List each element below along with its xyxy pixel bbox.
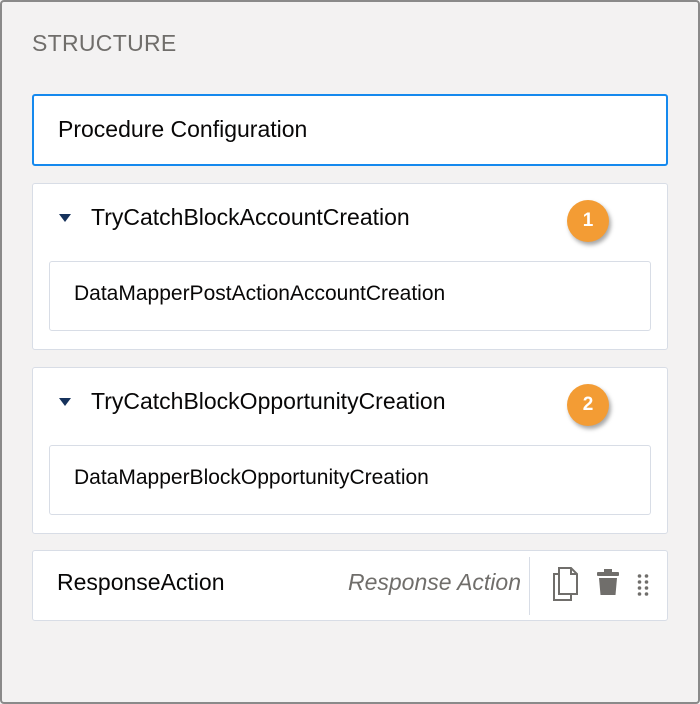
procedure-configuration-label: Procedure Configuration <box>58 116 308 142</box>
step-badge: 2 <box>567 384 609 426</box>
data-mapper-post-action-account-creation[interactable]: DataMapperPostActionAccountCreation <box>49 261 651 331</box>
data-mapper-block-opportunity-creation[interactable]: DataMapperBlockOpportunityCreation <box>49 445 651 515</box>
try-catch-block-account-creation[interactable]: TryCatchBlockAccountCreation 1 DataMappe… <box>32 183 668 350</box>
try-catch-block-opportunity-creation[interactable]: TryCatchBlockOpportunityCreation 2 DataM… <box>32 367 668 534</box>
response-action-label: ResponseAction <box>57 569 225 595</box>
drag-handle-icon[interactable] <box>637 573 649 602</box>
structure-panel: STRUCTURE Procedure Configuration TryCat… <box>0 0 700 704</box>
trash-icon[interactable] <box>597 569 619 600</box>
response-action-card[interactable]: ResponseAction Response Action <box>32 550 668 621</box>
procedure-configuration-card[interactable]: Procedure Configuration <box>32 94 668 166</box>
child-action-label: DataMapperPostActionAccountCreation <box>74 282 446 305</box>
step-badge: 1 <box>567 200 609 242</box>
child-action-label: DataMapperBlockOpportunityCreation <box>74 466 429 489</box>
divider <box>529 557 530 615</box>
caret-down-icon[interactable] <box>59 398 71 406</box>
block-label: TryCatchBlockAccountCreation <box>91 204 410 230</box>
action-type-label: Response Action <box>347 569 521 595</box>
caret-down-icon[interactable] <box>59 214 71 222</box>
block-label: TryCatchBlockOpportunityCreation <box>91 388 446 414</box>
copy-icon[interactable] <box>551 567 579 606</box>
panel-title: STRUCTURE <box>32 30 177 56</box>
